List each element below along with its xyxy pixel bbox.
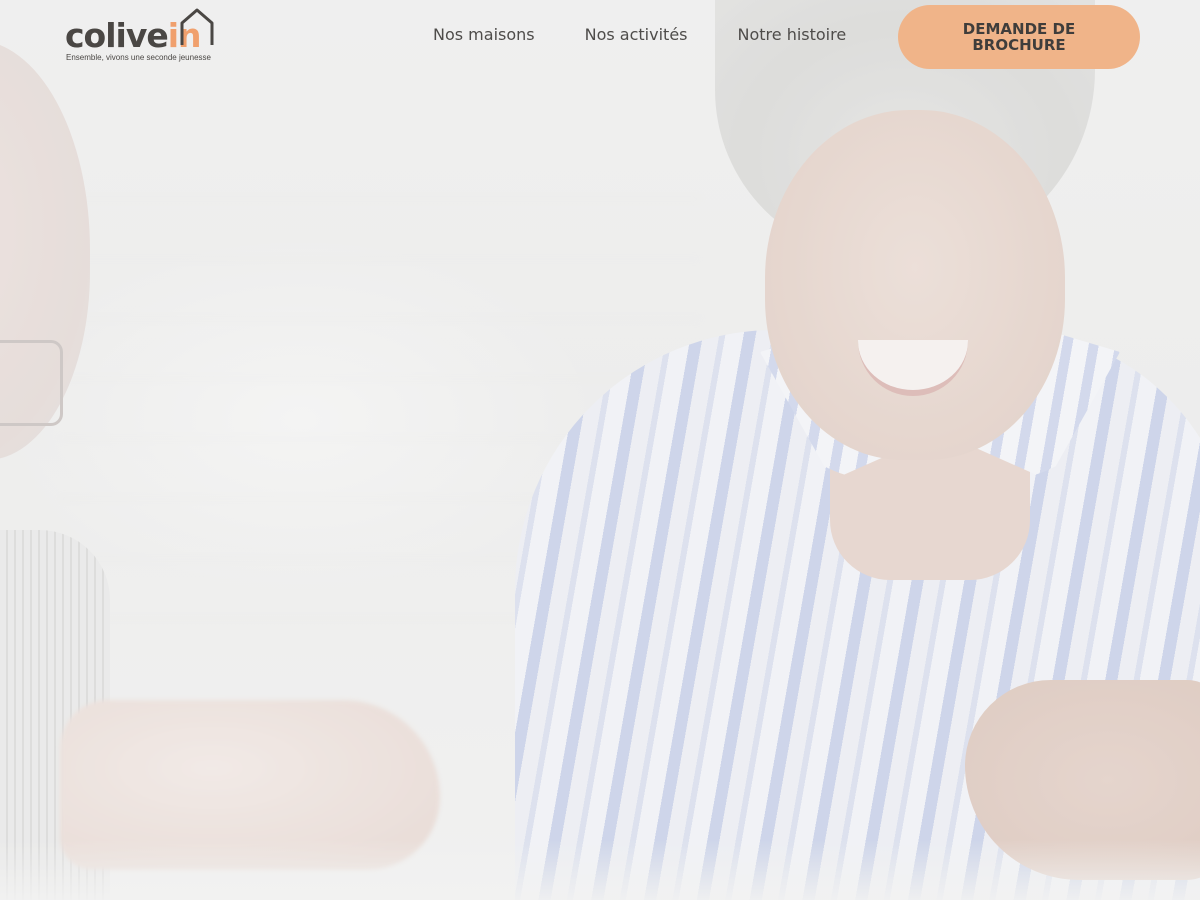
brochure-request-button[interactable]: DEMANDE DE BROCHURE (898, 5, 1140, 69)
nav-item-nos-activites[interactable]: Nos activités (585, 24, 688, 46)
house-outline-icon (180, 8, 214, 45)
site-header: colivein Ensemble, vivons une seconde je… (0, 0, 1200, 74)
nav-item-nos-maisons[interactable]: Nos maisons (433, 24, 535, 46)
logo-tagline: Ensemble, vivons une seconde jeunesse (66, 53, 211, 62)
hero-image (0, 0, 1200, 900)
logo-wordmark-main: colive (65, 16, 169, 55)
page: colivein Ensemble, vivons une seconde je… (0, 0, 1200, 900)
main-nav: Nos maisons Nos activités Notre histoire (433, 24, 846, 46)
hero-overlay (0, 0, 1200, 900)
logo[interactable]: colivein Ensemble, vivons une seconde je… (65, 7, 225, 65)
nav-item-notre-histoire[interactable]: Notre histoire (738, 24, 847, 46)
